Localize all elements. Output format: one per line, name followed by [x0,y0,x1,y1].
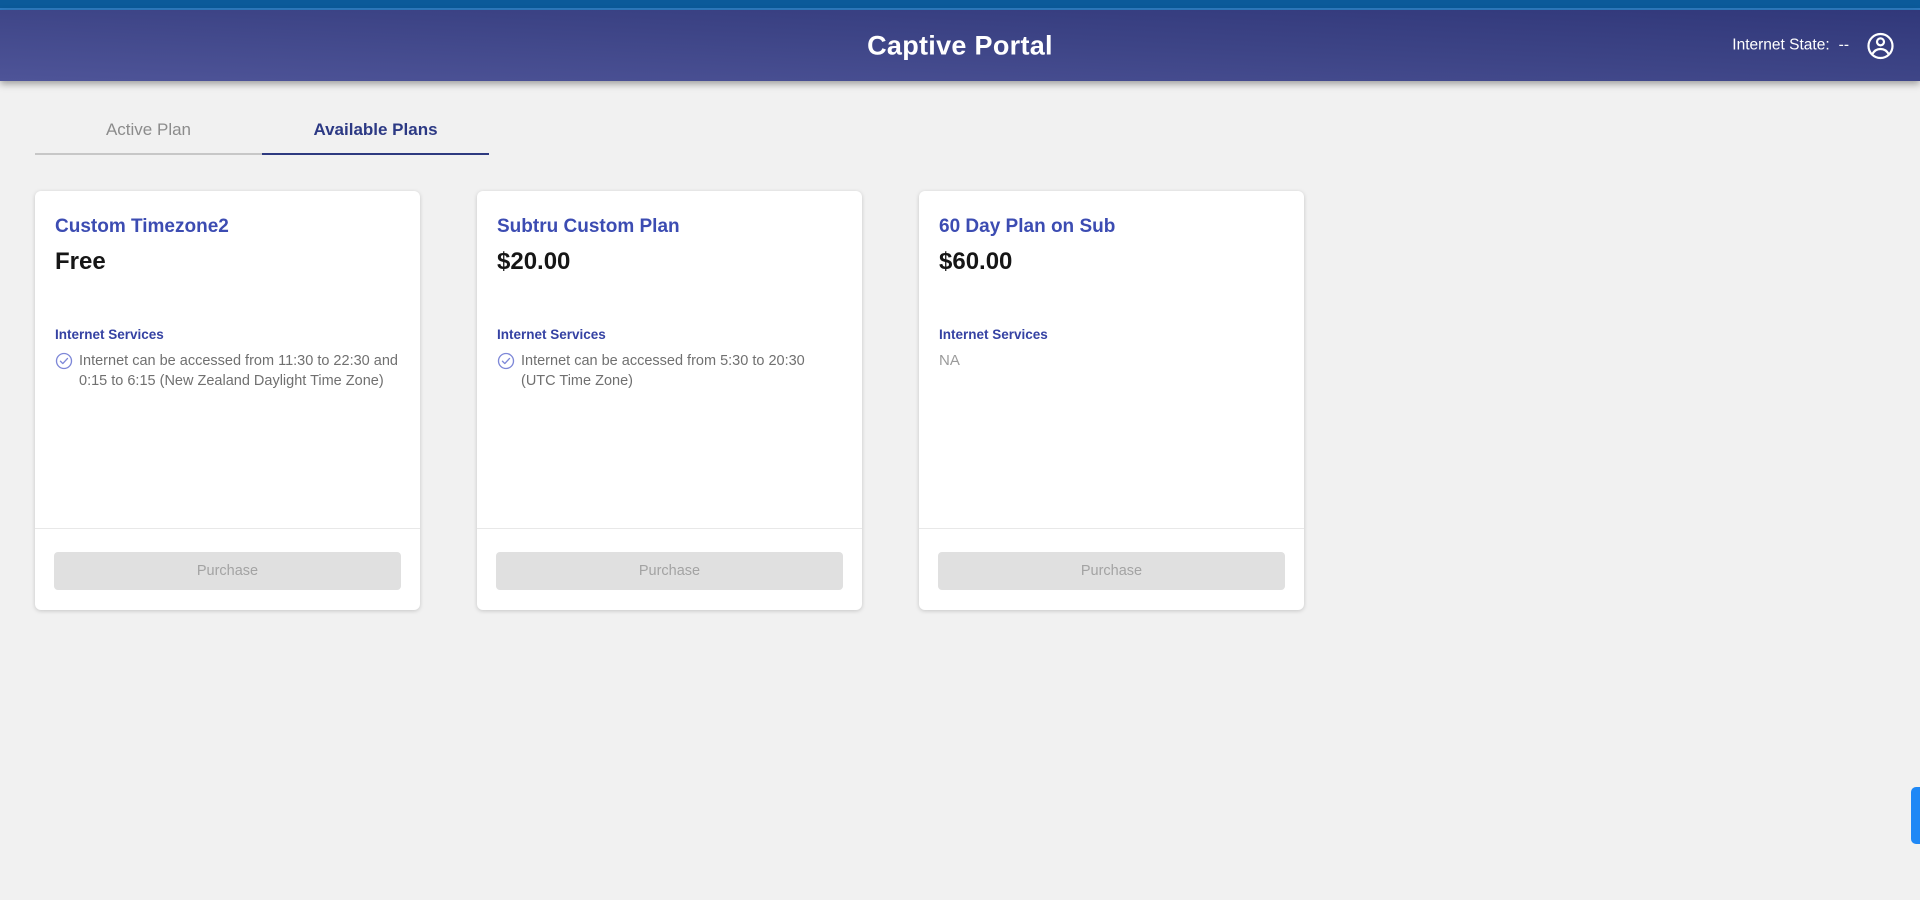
internet-state: Internet State: -- [1732,37,1849,55]
plan-stats-row [55,305,400,308]
plan-price: $60.00 [939,248,1284,276]
internet-services-heading: Internet Services [55,327,400,342]
service-note-row: Internet can be accessed from 5:30 to 20… [497,351,842,391]
plan-card-footer: Purchase [919,528,1304,610]
plan-price: $20.00 [497,248,842,276]
plan-cards-row: Custom Timezone2 Free Internet Services [35,191,1920,610]
service-note: NA [939,351,960,371]
page-title: Captive Portal [0,30,1920,61]
service-note: Internet can be accessed from 5:30 to 20… [521,351,842,391]
tab-active-plan[interactable]: Active Plan [35,107,262,155]
plan-card-footer: Purchase [477,528,862,610]
internet-services-heading: Internet Services [497,327,842,342]
internet-state-label: Internet State: [1732,37,1829,55]
plan-card-body: Custom Timezone2 Free Internet Services [35,191,420,391]
top-accent-strip [0,0,1920,10]
internet-services-heading: Internet Services [939,327,1284,342]
plan-name: 60 Day Plan on Sub [939,216,1284,238]
plan-card-body: 60 Day Plan on Sub $60.00 Internet Servi… [919,191,1304,371]
purchase-button[interactable]: Purchase [938,552,1285,590]
internet-state-value: -- [1839,37,1849,55]
plan-stats-row [939,305,1284,308]
tab-available-plans[interactable]: Available Plans [262,107,489,155]
plan-stats-row [497,305,842,308]
plan-name: Custom Timezone2 [55,216,400,238]
app-header: Captive Portal Internet State: -- [0,10,1920,81]
header-right-cluster: Internet State: -- [1732,30,1896,61]
purchase-button[interactable]: Purchase [496,552,843,590]
account-circle-icon[interactable] [1865,30,1896,61]
main-content: Active Plan Available Plans Custom Timez… [0,81,1920,610]
service-note: Internet can be accessed from 11:30 to 2… [79,351,400,391]
purchase-button[interactable]: Purchase [54,552,401,590]
plan-name: Subtru Custom Plan [497,216,842,238]
service-note-row: NA [939,351,1284,371]
plan-card: Custom Timezone2 Free Internet Services [35,191,420,610]
plan-card: Subtru Custom Plan $20.00 Internet Servi… [477,191,862,610]
scrollbar-thumb[interactable] [1911,787,1920,844]
plan-card-body: Subtru Custom Plan $20.00 Internet Servi… [477,191,862,391]
check-circle-icon [497,352,515,370]
plan-card-footer: Purchase [35,528,420,610]
tab-bar: Active Plan Available Plans [35,107,1920,155]
plan-price: Free [55,248,400,276]
service-note-row: Internet can be accessed from 11:30 to 2… [55,351,400,391]
plan-card: 60 Day Plan on Sub $60.00 Internet Servi… [919,191,1304,610]
check-circle-icon [55,352,73,370]
